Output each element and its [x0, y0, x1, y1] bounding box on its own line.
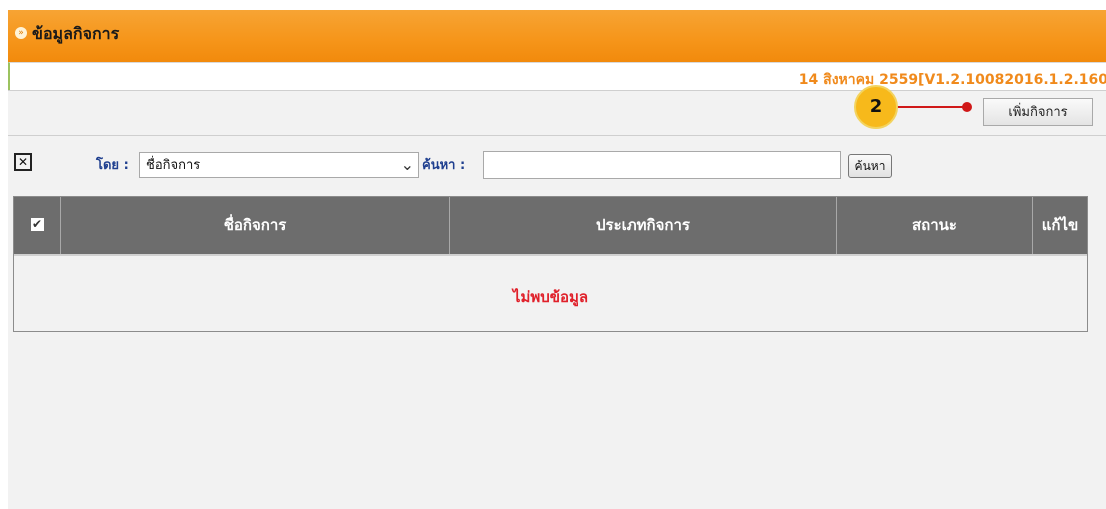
callout-dot	[962, 102, 972, 112]
search-button[interactable]: ค้นหา	[848, 154, 892, 178]
add-business-button[interactable]: เพิ่มกิจการ	[983, 98, 1093, 126]
column-header-name[interactable]: ชื่อกิจการ	[61, 197, 450, 254]
version-bar: 14 สิงหาคม 2559[V1.2.10082016.1.2.160	[8, 62, 1106, 91]
column-header-type[interactable]: ประเภทกิจการ	[450, 197, 837, 254]
business-table: ✔ ชื่อกิจการ ประเภทกิจการ สถานะ แก้ไข ไม…	[13, 196, 1088, 332]
column-header-status[interactable]: สถานะ	[837, 197, 1033, 254]
search-row: ✕ โดย : ชื่อกิจการ ⌄ ค้นหา : ค้นหา	[8, 150, 1106, 190]
search-by-label: โดย :	[96, 158, 129, 173]
toolbar: เพิ่มกิจการ	[8, 90, 1106, 136]
title-bar: » ข้อมูลกิจการ	[8, 10, 1106, 62]
page-title: ข้อมูลกิจการ	[32, 24, 120, 43]
select-all-column[interactable]: ✔	[14, 197, 61, 254]
callout-badge: 2	[854, 85, 898, 129]
table-header: ✔ ชื่อกิจการ ประเภทกิจการ สถานะ แก้ไข	[14, 197, 1087, 256]
empty-message: ไม่พบข้อมูล	[512, 288, 589, 306]
checkbox-checked-icon[interactable]: ✔	[30, 217, 44, 231]
page: » ข้อมูลกิจการ 14 สิงหาคม 2559[V1.2.1008…	[8, 10, 1106, 509]
double-chevron-right-icon: »	[15, 27, 27, 39]
search-by-select[interactable]: ชื่อกิจการ ⌄	[139, 152, 419, 178]
callout-line	[897, 106, 967, 108]
column-header-edit: แก้ไข	[1041, 216, 1079, 234]
version-text: 14 สิงหาคม 2559[V1.2.10082016.1.2.160	[798, 72, 1106, 88]
search-keyword-label: ค้นหา :	[422, 158, 466, 173]
checkbox-x-icon[interactable]: ✕	[14, 153, 32, 171]
search-input[interactable]	[483, 151, 841, 179]
chevron-down-icon: ⌄	[400, 155, 414, 174]
search-by-selected-value: ชื่อกิจการ	[146, 158, 201, 173]
